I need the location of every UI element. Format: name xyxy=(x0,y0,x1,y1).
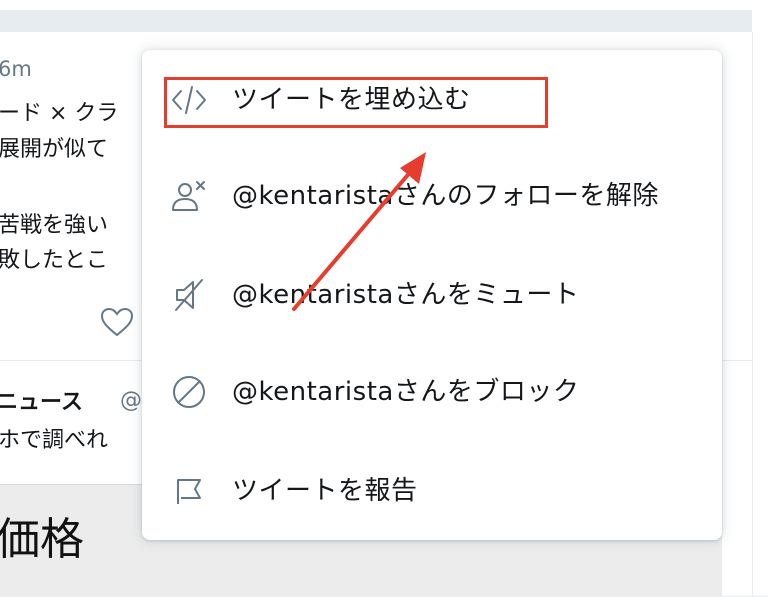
media-caption-text: 価格 xyxy=(0,514,84,565)
top-band xyxy=(0,10,752,32)
menu-item-mute[interactable]: @kentaristaさんをミュート xyxy=(142,265,722,325)
menu-item-label: @kentaristaさんをミュート xyxy=(232,280,580,310)
menu-item-label: ツイートを報告 xyxy=(232,476,418,506)
tweet-text-line: ホで調べれ xyxy=(0,428,109,453)
tweet-author-name[interactable]: ニュース xyxy=(0,390,83,416)
menu-item-label: ツイートを埋め込む xyxy=(232,85,471,115)
menu-item-block[interactable]: @kentaristaさんをブロック xyxy=(142,362,722,422)
menu-item-embed-tweet[interactable]: ツイートを埋め込む xyxy=(142,70,722,130)
tweet-text-line: ード × クラ xyxy=(0,101,119,126)
tweet-timestamp[interactable]: 6m xyxy=(0,56,32,82)
code-embed-icon xyxy=(172,86,206,114)
scroll-track[interactable] xyxy=(752,0,768,596)
report-flag-icon xyxy=(177,479,201,504)
mute-speaker-icon xyxy=(175,279,203,311)
top-bar xyxy=(0,0,752,10)
block-icon xyxy=(173,376,205,408)
tweet-text-line: 敗したとこ xyxy=(0,248,109,273)
tweet-text-line: 展開が似て xyxy=(0,137,109,162)
menu-item-label: @kentaristaさんをブロック xyxy=(232,377,580,407)
unfollow-user-icon xyxy=(172,181,205,211)
menu-item-label: @kentaristaさんのフォローを解除 xyxy=(232,181,659,211)
tweet-options-menu: ツイートを埋め込む @kentaristaさんのフォローを解除 @kentari… xyxy=(142,50,722,540)
like-heart-icon[interactable] xyxy=(100,306,134,338)
tweet-text-line: 苦戦を強い xyxy=(0,213,109,238)
menu-item-report[interactable]: ツイートを報告 xyxy=(142,461,722,521)
tweet-author-handle[interactable]: @ xyxy=(120,388,142,413)
menu-item-unfollow[interactable]: @kentaristaさんのフォローを解除 xyxy=(142,166,722,226)
